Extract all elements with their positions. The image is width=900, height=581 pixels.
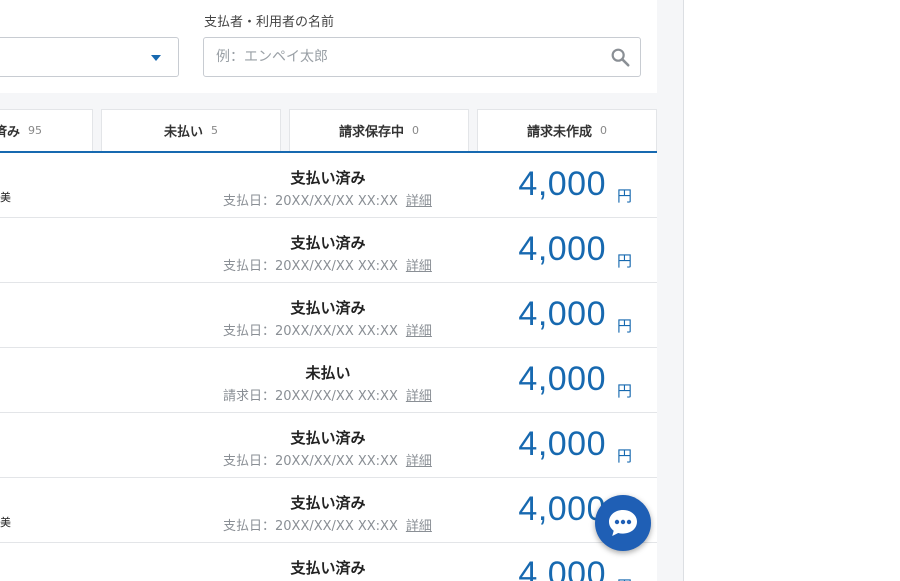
payment-date-text: 支払日：20XX/XX/XX XX:XX xyxy=(223,259,398,274)
chat-bubble-icon xyxy=(609,510,637,536)
currency-unit: 円 xyxy=(617,252,633,270)
tab-label: 未払い xyxy=(163,125,203,140)
payment-date-text: 請求日：20XX/XX/XX XX:XX xyxy=(223,389,398,404)
payment-row: 未払い 請求日：20XX/XX/XX XX:XX 詳細 4,000 円 xyxy=(0,348,657,413)
payment-date: 支払日：20XX/XX/XX XX:XX 詳細 xyxy=(223,190,432,209)
payer-name-label: 支払者・利用者の名前 xyxy=(204,15,335,30)
filter-select[interactable] xyxy=(0,37,179,77)
tab-count: 95 xyxy=(28,124,42,137)
payer-name: 美 xyxy=(0,191,11,204)
detail-link[interactable]: 詳細 xyxy=(406,389,432,404)
tab-count: 5 xyxy=(211,124,218,137)
amount: 4,000 xyxy=(518,425,606,463)
status-tabs: 済み 95 未払い 5 請求保存中 0 請求未作成 0 xyxy=(0,109,657,153)
currency-unit: 円 xyxy=(617,317,633,335)
payment-status: 支払い済み xyxy=(290,429,366,447)
payment-status: 支払い済み xyxy=(290,234,366,252)
chat-support-button[interactable] xyxy=(595,495,651,551)
payment-status: 支払い済み xyxy=(290,494,366,512)
payer-name-search-input[interactable] xyxy=(203,37,641,77)
filter-bar: 支払者・利用者の名前 xyxy=(0,0,657,93)
tab-invoice-uncreated[interactable]: 請求未作成 0 xyxy=(477,109,657,151)
payment-date-text: 支払日：20XX/XX/XX XX:XX xyxy=(223,519,398,534)
payment-status: 支払い済み xyxy=(290,299,366,317)
amount: 4,000 xyxy=(518,490,606,528)
payment-status: 支払い済み xyxy=(290,169,366,187)
payment-status: 未払い xyxy=(305,364,351,382)
currency-unit: 円 xyxy=(617,382,633,400)
tab-label: 請求保存中 xyxy=(338,125,404,140)
payment-date: 支払日：20XX/XX/XX XX:XX 詳細 xyxy=(223,320,432,339)
tab-count: 0 xyxy=(600,124,607,137)
tab-paid[interactable]: 済み 95 xyxy=(0,109,93,151)
tab-label: 済み xyxy=(0,125,20,140)
detail-link[interactable]: 詳細 xyxy=(406,259,432,274)
payment-date: 支払日：20XX/XX/XX XX:XX 詳細 xyxy=(223,515,432,534)
payment-row: 美 支払い済み 支払日：20XX/XX/XX XX:XX 詳細 4,000 円 xyxy=(0,153,657,218)
amount: 4,000 xyxy=(518,230,606,268)
payment-row: 支払い済み 支払日：20XX/XX/XX XX:XX 詳細 4,000 円 xyxy=(0,283,657,348)
payment-list: 美 支払い済み 支払日：20XX/XX/XX XX:XX 詳細 4,000 円 支… xyxy=(0,153,657,581)
caret-down-icon xyxy=(151,55,161,61)
detail-link[interactable]: 詳細 xyxy=(406,194,432,209)
currency-unit: 円 xyxy=(617,187,633,205)
payment-row: 美 支払い済み 支払日：20XX/XX/XX XX:XX詳細 4,000 円 xyxy=(0,478,657,543)
payment-date: 請求日：20XX/XX/XX XX:XX 詳細 xyxy=(223,385,432,404)
payment-row: 支払い済み 支払日：20XX/XX/XX XX:XX 詳細 4,000 円 xyxy=(0,218,657,283)
detail-link[interactable]: 詳細 xyxy=(406,454,432,469)
payment-row: 支払い済み 4,000 円 xyxy=(0,543,657,581)
search-icon[interactable] xyxy=(609,46,631,68)
currency-unit: 円 xyxy=(617,575,632,581)
payer-name: 美 xyxy=(0,516,11,529)
payment-row: 支払い済み 支払日：20XX/XX/XX XX:XX 詳細 4,000 円 xyxy=(0,413,657,478)
payment-date: 支払日：20XX/XX/XX XX:XX 詳細 xyxy=(223,255,432,274)
main-content: 支払者・利用者の名前 済み 95 未払い 5 請求保存中 0 請求未作成 0 美… xyxy=(0,0,657,581)
payment-date-text: 支払日：20XX/XX/XX XX:XX xyxy=(223,324,398,339)
amount: 4,000 xyxy=(518,165,606,203)
currency-unit: 円 xyxy=(617,447,633,465)
tab-label: 請求未作成 xyxy=(526,125,592,140)
tab-count: 0 xyxy=(412,124,419,137)
side-panel xyxy=(683,0,900,581)
tab-unpaid[interactable]: 未払い 5 xyxy=(101,109,281,151)
detail-link[interactable]: 詳細 xyxy=(406,324,432,339)
payment-date-text: 支払日：20XX/XX/XX XX:XX xyxy=(223,194,398,209)
amount: 4,000 xyxy=(518,360,606,398)
payment-status: 支払い済み xyxy=(290,559,366,577)
tab-invoice-saved[interactable]: 請求保存中 0 xyxy=(289,109,469,151)
detail-link[interactable]: 詳細 xyxy=(406,519,432,534)
amount: 4,000 xyxy=(518,555,606,581)
payment-date-text: 支払日：20XX/XX/XX XX:XX xyxy=(223,454,398,469)
amount: 4,000 xyxy=(518,295,606,333)
payment-date: 支払日：20XX/XX/XX XX:XX 詳細 xyxy=(223,450,432,469)
